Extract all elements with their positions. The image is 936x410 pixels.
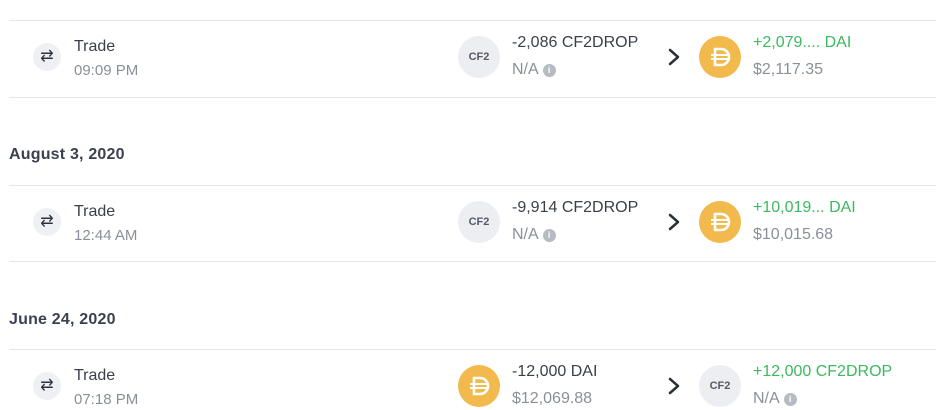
transaction-time: 07:18 PM bbox=[74, 391, 139, 408]
info-icon[interactable]: i bbox=[542, 64, 556, 77]
sent-value-text: N/A bbox=[512, 226, 539, 243]
date-header: August 3, 2020 bbox=[9, 146, 125, 163]
received-value: $10,015.68 bbox=[753, 226, 834, 243]
transaction-row[interactable]: ⇄ Trade 12:44 AM CF2 -9,914 CF2DROP N/A i… bbox=[9, 186, 936, 262]
cf2-token-label: CF2 bbox=[468, 51, 490, 63]
transaction-type: Trade bbox=[74, 367, 116, 384]
received-value: $2,117.35 bbox=[753, 61, 823, 78]
cf2-token-icon: CF2 bbox=[699, 365, 741, 407]
sent-value: $12,069.88 bbox=[512, 390, 593, 407]
info-icon[interactable]: i bbox=[542, 229, 556, 242]
dai-logo-icon bbox=[711, 47, 731, 67]
transaction-row[interactable]: ⇄ Trade 09:09 PM CF2 -2,086 CF2DROP N/A i… bbox=[9, 21, 936, 97]
sent-amount: -12,000 DAI bbox=[512, 363, 598, 380]
transaction-row[interactable]: ⇄ Trade 07:18 PM -12,000 DAI $12,069.88 … bbox=[9, 350, 936, 410]
sent-amount: -2,086 CF2DROP bbox=[512, 34, 639, 51]
divider bbox=[9, 97, 936, 98]
chevron-right-icon bbox=[668, 213, 680, 231]
received-value: N/A i bbox=[753, 390, 797, 408]
dai-token-icon bbox=[699, 36, 741, 78]
received-amount: +12,000 CF2DROP bbox=[753, 363, 893, 380]
dai-token-icon bbox=[458, 365, 500, 407]
dai-logo-icon bbox=[711, 212, 731, 232]
received-amount: +2,079.... DAI bbox=[753, 34, 852, 51]
cf2-token-icon: CF2 bbox=[458, 36, 500, 78]
cf2-token-icon: CF2 bbox=[458, 201, 500, 243]
chevron-right-icon bbox=[668, 48, 680, 66]
sent-amount: -9,914 CF2DROP bbox=[512, 199, 639, 216]
divider bbox=[9, 261, 936, 262]
cf2-token-label: CF2 bbox=[709, 380, 731, 392]
date-header: June 24, 2020 bbox=[9, 311, 116, 328]
cf2-token-label: CF2 bbox=[468, 216, 490, 228]
dai-token-icon bbox=[699, 201, 741, 243]
trade-icon: ⇄ bbox=[33, 43, 61, 71]
sent-value: N/A i bbox=[512, 226, 556, 244]
received-value-text: N/A bbox=[753, 390, 780, 407]
received-amount: +10,019... DAI bbox=[753, 199, 856, 216]
transaction-time: 09:09 PM bbox=[74, 62, 139, 79]
sent-value: N/A i bbox=[512, 61, 556, 79]
transaction-time: 12:44 AM bbox=[74, 227, 138, 244]
trade-icon: ⇄ bbox=[33, 208, 61, 236]
sent-value-text: N/A bbox=[512, 61, 539, 78]
dai-logo-icon bbox=[470, 376, 490, 396]
trade-icon: ⇄ bbox=[33, 372, 61, 400]
transaction-type: Trade bbox=[74, 38, 116, 55]
chevron-right-icon bbox=[668, 377, 680, 395]
transaction-type: Trade bbox=[74, 203, 116, 220]
info-icon[interactable]: i bbox=[783, 393, 797, 406]
